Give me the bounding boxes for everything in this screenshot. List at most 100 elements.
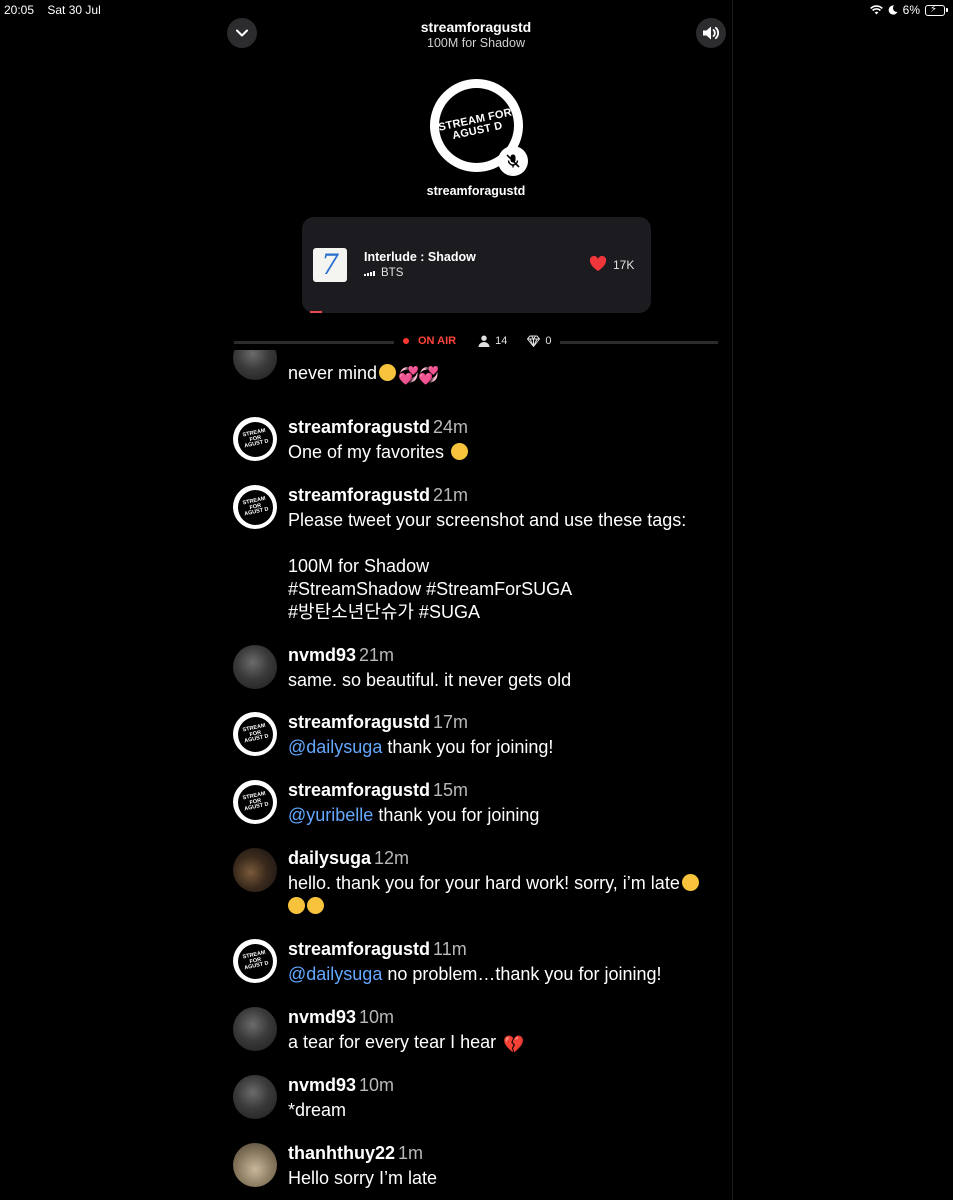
speaker-volume-icon (703, 26, 720, 40)
live-status-row: ON AIR 14 0 (403, 335, 551, 347)
message-body: never mind (288, 363, 378, 383)
message-text: never mind 💞💞 (288, 362, 728, 385)
message-text: Please tweet your screenshot and use the… (288, 510, 687, 622)
album-art: 7 (313, 248, 347, 282)
do-not-disturb-moon-icon (888, 5, 898, 15)
message-text: One of my favorites (288, 441, 728, 464)
now-playing-card[interactable]: 7 Interlude : Shadow BTS 17K (302, 217, 651, 313)
message-author[interactable]: streamforagustd 17m (288, 712, 468, 733)
author-name: dailysuga (288, 848, 372, 868)
message-time: 10m (359, 1007, 395, 1027)
volume-button[interactable] (696, 18, 726, 48)
song-artist: BTS (381, 267, 404, 279)
author-name: streamforagustd (288, 417, 431, 437)
host-logo: STREAM FOR AGUST D (437, 106, 516, 144)
diamond-icon (527, 335, 541, 347)
user-avatar[interactable]: STREAM FOR AGUST D (233, 417, 277, 461)
message-text: @dailysuga no problem…thank you for join… (288, 963, 728, 986)
message-body: thank you for joining! (382, 737, 554, 757)
listener-count: 14 (495, 335, 508, 347)
message-author[interactable]: dailysuga 12m (288, 848, 409, 869)
like-count: 17K (613, 258, 635, 272)
user-avatar[interactable] (233, 1143, 277, 1187)
message-author[interactable]: streamforagustd 11m (288, 939, 467, 960)
message-time: 1m (398, 1143, 424, 1163)
room-subtitle: 100M for Shadow (427, 36, 525, 50)
album-art-mark: 7 (321, 248, 339, 281)
on-air-label: ON AIR (418, 335, 457, 347)
message-body: no problem…thank you for joining! (382, 964, 662, 984)
user-avatar[interactable] (233, 848, 277, 892)
message-text: @dailysuga thank you for joining! (288, 736, 728, 759)
loudly-crying-face-emoji-icon (288, 897, 305, 914)
host-muted-badge (498, 146, 528, 176)
divider-right (560, 341, 718, 344)
message-body: One of my favorites (288, 442, 445, 462)
message-text: Hello sorry I’m late (288, 1168, 438, 1188)
message-author[interactable]: nvmd93 21m (288, 645, 394, 666)
message-body: thank you for joining (373, 805, 540, 825)
frowning-face-emoji-icon (379, 364, 397, 381)
author-name: nvmd93 (288, 645, 357, 665)
microphone-muted-icon (506, 154, 520, 168)
wifi-icon (869, 5, 883, 15)
broken-heart-emoji-icon: 💔 (503, 1035, 525, 1054)
message-body: a tear for every tear I hear (288, 1032, 497, 1052)
playing-bars-icon (364, 267, 376, 279)
author-name: streamforagustd (288, 712, 431, 732)
author-name: streamforagustd (288, 939, 431, 959)
song-title: Interlude : Shadow (364, 250, 476, 264)
listener-person-icon (478, 335, 490, 347)
song-artist-row: BTS (364, 267, 403, 279)
author-name: streamforagustd (288, 485, 431, 505)
user-avatar[interactable]: STREAM FOR AGUST D (233, 485, 277, 529)
user-avatar[interactable]: STREAM FOR AGUST D (233, 939, 277, 983)
message-author[interactable]: streamforagustd 15m (288, 780, 468, 801)
room-title: streamforagustd (420, 19, 532, 35)
host-name[interactable]: streamforagustd (326, 184, 626, 198)
author-name: streamforagustd (288, 780, 431, 800)
user-avatar[interactable]: STREAM FOR AGUST D (233, 712, 277, 756)
status-time: 20:05 (4, 3, 35, 17)
message-author[interactable]: streamforagustd 21m (288, 485, 468, 506)
user-avatar[interactable]: STREAM FOR AGUST D (233, 780, 277, 824)
message-author[interactable]: nvmd93 10m (288, 1007, 394, 1028)
author-name: nvmd93 (288, 1075, 357, 1095)
message-time: 12m (374, 848, 410, 868)
message-author[interactable]: nvmd93 10m (288, 1075, 394, 1096)
revolving-hearts-emoji-icon: 💞 (418, 366, 440, 385)
user-avatar[interactable] (233, 1075, 277, 1119)
chat-feed[interactable]: never mind 💞💞 STREAM FOR AGUST D streamfor… (0, 350, 733, 1200)
revolving-hearts-emoji-icon: 💞 (398, 366, 420, 385)
message-author[interactable]: thanhthuy22 1m (288, 1143, 423, 1164)
mention-link[interactable]: @dailysuga (288, 737, 382, 757)
message-time: 21m (433, 485, 469, 505)
message-body: hello. thank you for your hard work! sor… (288, 873, 680, 893)
status-bar: 20:05 Sat 30 Jul 6% ⚡ (0, 0, 953, 20)
heart-icon[interactable] (589, 256, 607, 272)
status-date: Sat 30 Jul (47, 3, 101, 17)
message-time: 24m (433, 417, 469, 437)
divider-left (234, 341, 394, 344)
loudly-crying-face-emoji-icon (307, 897, 324, 914)
battery-charging-icon: ⚡ (925, 4, 948, 16)
user-avatar[interactable] (233, 350, 277, 380)
message-text: a tear for every tear I hear 💔 (288, 1031, 728, 1054)
message-text: hello. thank you for your hard work! sor… (288, 872, 728, 918)
message-time: 11m (433, 939, 467, 959)
message-text: @yuribelle thank you for joining (288, 804, 728, 827)
message-time: 15m (433, 780, 469, 800)
message-author[interactable]: streamforagustd 24m (288, 417, 468, 438)
yawning-face-emoji-icon (451, 443, 469, 460)
user-avatar[interactable] (233, 1007, 277, 1051)
mention-link[interactable]: @dailysuga (288, 964, 382, 984)
mention-link[interactable]: @yuribelle (288, 805, 373, 825)
message-time: 17m (433, 712, 469, 732)
author-name: thanhthuy22 (288, 1143, 396, 1163)
author-name: nvmd93 (288, 1007, 357, 1027)
message-text: *dream (288, 1100, 347, 1120)
user-avatar[interactable] (233, 645, 277, 689)
song-progress-bar (310, 311, 322, 313)
live-dot-icon (403, 338, 409, 344)
diamond-count: 0 (545, 335, 552, 347)
